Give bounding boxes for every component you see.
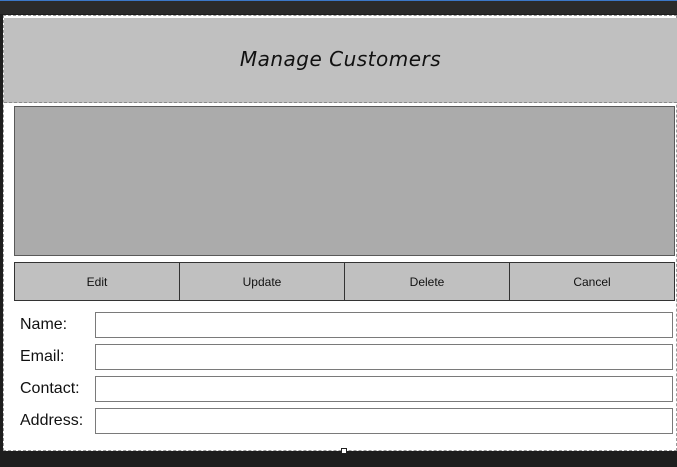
- page-title: Manage Customers: [239, 47, 442, 71]
- name-field[interactable]: [95, 312, 673, 338]
- email-field[interactable]: [95, 344, 673, 370]
- edit-button[interactable]: Edit: [15, 263, 180, 300]
- delete-button[interactable]: Delete: [345, 263, 510, 300]
- customers-grid[interactable]: [14, 106, 675, 256]
- contact-label: Contact:: [20, 380, 80, 397]
- header-panel: Manage Customers: [4, 18, 677, 103]
- title-bar: [0, 0, 677, 14]
- update-button[interactable]: Update: [180, 263, 345, 300]
- bottom-bar: [0, 451, 677, 467]
- resize-grip[interactable]: [341, 448, 347, 454]
- action-buttons: Edit Update Delete Cancel: [14, 262, 675, 301]
- name-label: Name:: [20, 316, 68, 333]
- address-label: Address:: [20, 412, 84, 429]
- cancel-button[interactable]: Cancel: [510, 263, 674, 300]
- contact-field[interactable]: [95, 376, 673, 402]
- address-field[interactable]: [95, 408, 673, 434]
- email-label: Email:: [20, 348, 65, 365]
